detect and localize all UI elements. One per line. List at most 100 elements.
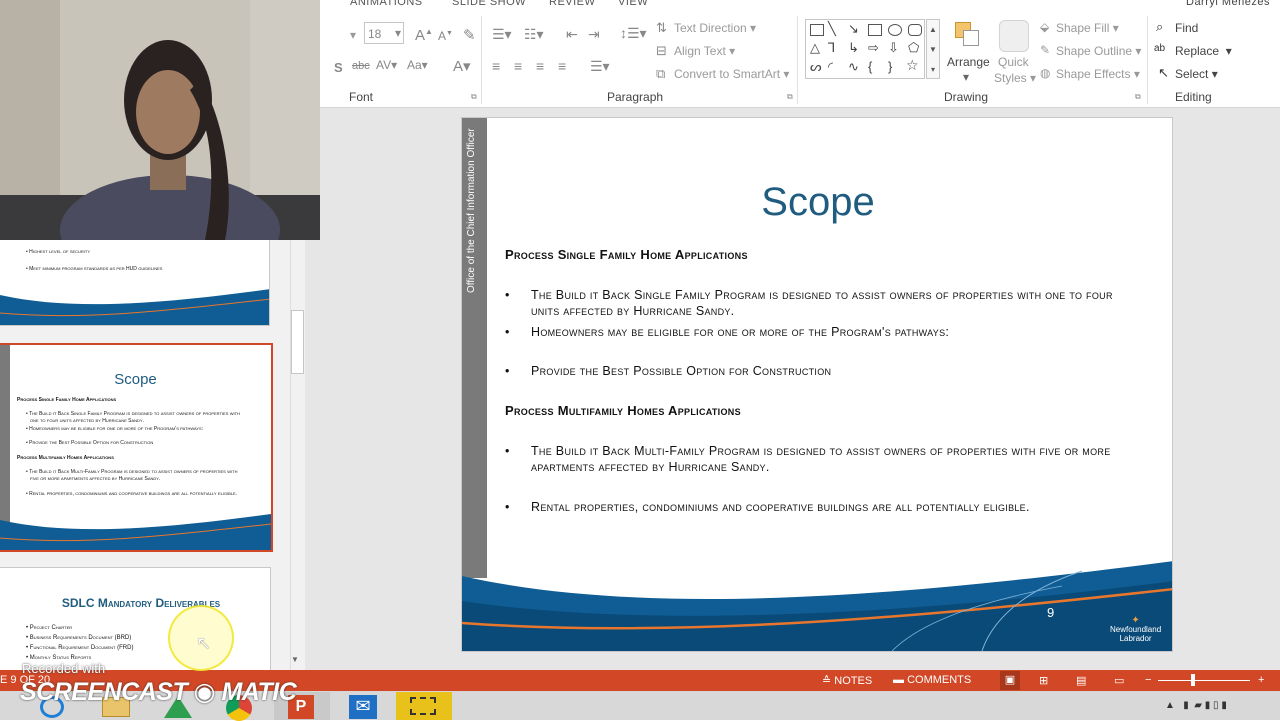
slide-thumbnail-next[interactable]: SDLC Mandatory Deliverables • Project Ch…	[0, 567, 271, 670]
shape-outline-button[interactable]: Shape Outline ▾	[1056, 44, 1141, 58]
elbow-arrow-icon[interactable]: ↳	[848, 40, 859, 56]
numbering-icon[interactable]: ☷▾	[524, 26, 544, 43]
select-button[interactable]: Select ▾	[1175, 67, 1218, 81]
shapes-gallery-scroll[interactable]: ▲ ▼ ▾	[926, 19, 940, 79]
arc-shape-icon[interactable]: ◜	[828, 59, 833, 75]
decrease-indent-icon[interactable]: ⇤	[566, 26, 578, 43]
text-direction-icon: ⇅	[656, 20, 667, 35]
font-grow-icon[interactable]: A▲	[415, 27, 433, 44]
shape-fill-button[interactable]: Shape Fill ▾	[1056, 21, 1119, 35]
slide-thumbnail-current[interactable]: Scope Process Single Family Home Applica…	[0, 343, 273, 552]
zoom-slider[interactable]	[1158, 680, 1250, 681]
text-direction-button[interactable]: Text Direction ▾	[674, 21, 756, 35]
clear-format-icon[interactable]: ✎	[463, 26, 476, 44]
reading-view-icon[interactable]: ▤	[1076, 674, 1086, 687]
right-arrow-shape-icon[interactable]: ⇨	[868, 40, 879, 56]
quick-styles-label-1[interactable]: Quick	[998, 55, 1029, 69]
shadow-text-icon[interactable]: S	[334, 60, 343, 75]
pentagon-shape-icon[interactable]: ⬠	[908, 40, 919, 56]
arrange-button[interactable]: Arrange	[947, 55, 990, 69]
zoom-slider-thumb[interactable]	[1191, 674, 1195, 686]
align-text-icon: ⊟	[656, 43, 667, 58]
columns-icon[interactable]: ☰▾	[590, 58, 610, 75]
user-name[interactable]: Darryl Menezes	[1186, 0, 1270, 8]
align-right-icon[interactable]: ≡	[536, 58, 544, 74]
thumb-title: Scope	[114, 371, 157, 388]
thumb-line-text: Rental properties, condominiums and coop…	[29, 491, 238, 497]
dialog-launcher-icon[interactable]: ⧉	[1135, 92, 1141, 102]
elbow-connector-icon[interactable]: ⅂	[828, 40, 835, 56]
align-text-button[interactable]: Align Text ▾	[674, 44, 735, 58]
bullet-item[interactable]: • Homeowners may be eligible for one or m…	[505, 324, 1125, 340]
text-direction-label: Text Direction	[674, 21, 747, 35]
scroll-down-icon[interactable]: ▼	[291, 655, 299, 664]
align-center-icon[interactable]: ≡	[514, 58, 522, 74]
replace-button[interactable]: Replace ▾	[1175, 44, 1232, 58]
thumb-line: • Business Requirements Document (BRD)	[26, 635, 132, 641]
left-brace-shape-icon[interactable]: {	[868, 59, 872, 74]
slide-thumbnail-panel[interactable]: • Highest level of security • Meet minim…	[0, 240, 305, 670]
change-case-icon[interactable]: Aa▾	[407, 58, 428, 72]
rounded-rect-shape-icon[interactable]	[908, 24, 922, 36]
arrow-line-shape-icon[interactable]: ↘	[848, 21, 859, 37]
bullet-item[interactable]: • Rental properties, condominiums and coo…	[505, 499, 1125, 515]
tab-slide-show[interactable]: SLIDE SHOW	[452, 0, 526, 8]
line-shape-icon[interactable]: ╲	[828, 21, 836, 37]
strikethrough-icon[interactable]: abc	[352, 60, 370, 72]
slide-sorter-icon[interactable]: ⊞	[1039, 674, 1048, 687]
thumb-wave	[0, 289, 269, 325]
mail-icon[interactable]: ✉	[336, 692, 392, 720]
thumb-line: • Meet minimum program standards as per …	[26, 266, 163, 272]
font-shrink-icon[interactable]: A▼	[438, 29, 453, 43]
thumb-line: • The Build it Back Multi-Family Program…	[26, 469, 238, 475]
down-arrow-shape-icon[interactable]: ⇩	[888, 40, 899, 56]
bullet-item[interactable]: • Provide the Best Possible Option for Co…	[505, 363, 1125, 379]
zoom-out-icon[interactable]: −	[1145, 674, 1151, 686]
tray-icons[interactable]: ▲ ▮ ▰ ▮ ▯ ▮	[1165, 700, 1227, 711]
paragraph-group-label: Paragraph	[607, 90, 664, 104]
bullet-item[interactable]: • The Build it Back Single Family Program…	[505, 287, 1125, 319]
section-heading[interactable]: Process Multifamily Homes Applications	[505, 403, 741, 418]
bullets-icon[interactable]: ☰▾	[492, 26, 512, 43]
star-shape-icon[interactable]: ☆	[906, 57, 919, 74]
tab-review[interactable]: REVIEW	[549, 0, 595, 8]
tab-animations[interactable]: ANIMATIONS	[350, 0, 423, 8]
align-left-icon[interactable]: ≡	[492, 58, 500, 74]
shapes-gallery[interactable]: ╲ ↘ △ ⅂ ↳ ⇨ ⇩ ⬠ ᔕ ◜ ∿ { } ☆	[805, 19, 925, 79]
increase-indent-icon[interactable]: ⇥	[588, 26, 600, 43]
textbox-shape-icon[interactable]	[810, 24, 824, 36]
zoom-in-icon[interactable]: +	[1258, 674, 1264, 686]
slideshow-icon[interactable]: ▭	[1114, 674, 1124, 687]
slide-title[interactable]: Scope	[462, 180, 1172, 225]
thumbnail-scrollbar[interactable]	[290, 240, 305, 670]
slide-thumbnail-prev[interactable]: • Highest level of security • Meet minim…	[0, 240, 270, 326]
line-spacing-icon[interactable]: ↕☰▾	[620, 25, 647, 42]
comments-button[interactable]: ▬ COMMENTS	[893, 674, 971, 686]
find-button[interactable]: Find	[1175, 21, 1198, 35]
slide-canvas[interactable]: Office of the Chief Information Officer …	[461, 117, 1173, 652]
right-brace-shape-icon[interactable]: }	[888, 59, 892, 74]
dialog-launcher-icon[interactable]: ⧉	[471, 92, 477, 102]
notes-button[interactable]: ≙ NOTES	[822, 674, 872, 687]
editing-group-label: Editing	[1175, 90, 1212, 104]
screencast-app-icon[interactable]	[396, 692, 452, 720]
justify-icon[interactable]: ≡	[558, 58, 566, 74]
thumb-title: SDLC Mandatory Deliverables	[61, 596, 221, 610]
tab-view[interactable]: VIEW	[618, 0, 648, 8]
triangle-shape-icon[interactable]: △	[810, 40, 820, 56]
char-spacing-icon[interactable]: AV▾	[376, 58, 397, 72]
section-heading[interactable]: Process Single Family Home Applications	[505, 247, 748, 262]
freeform-shape-icon[interactable]: ᔕ	[810, 59, 822, 75]
scrollbar-thumb[interactable]	[291, 310, 304, 374]
shape-effects-button[interactable]: Shape Effects ▾	[1056, 67, 1140, 81]
font-color-icon[interactable]: A▾	[453, 57, 471, 75]
rectangle-shape-icon[interactable]	[868, 24, 882, 36]
convert-smartart-button[interactable]: Convert to SmartArt ▾	[674, 67, 789, 81]
bullet-item[interactable]: • The Build it Back Multi-Family Program …	[505, 443, 1125, 475]
normal-view-icon[interactable]: ▣	[1000, 671, 1020, 690]
curve-shape-icon[interactable]: ∿	[848, 59, 859, 75]
quick-styles-label-2[interactable]: Styles ▾	[994, 71, 1036, 85]
dialog-launcher-icon[interactable]: ⧉	[787, 92, 793, 102]
font-size-box[interactable]: 18 ▾	[364, 22, 404, 44]
oval-shape-icon[interactable]	[888, 24, 902, 36]
